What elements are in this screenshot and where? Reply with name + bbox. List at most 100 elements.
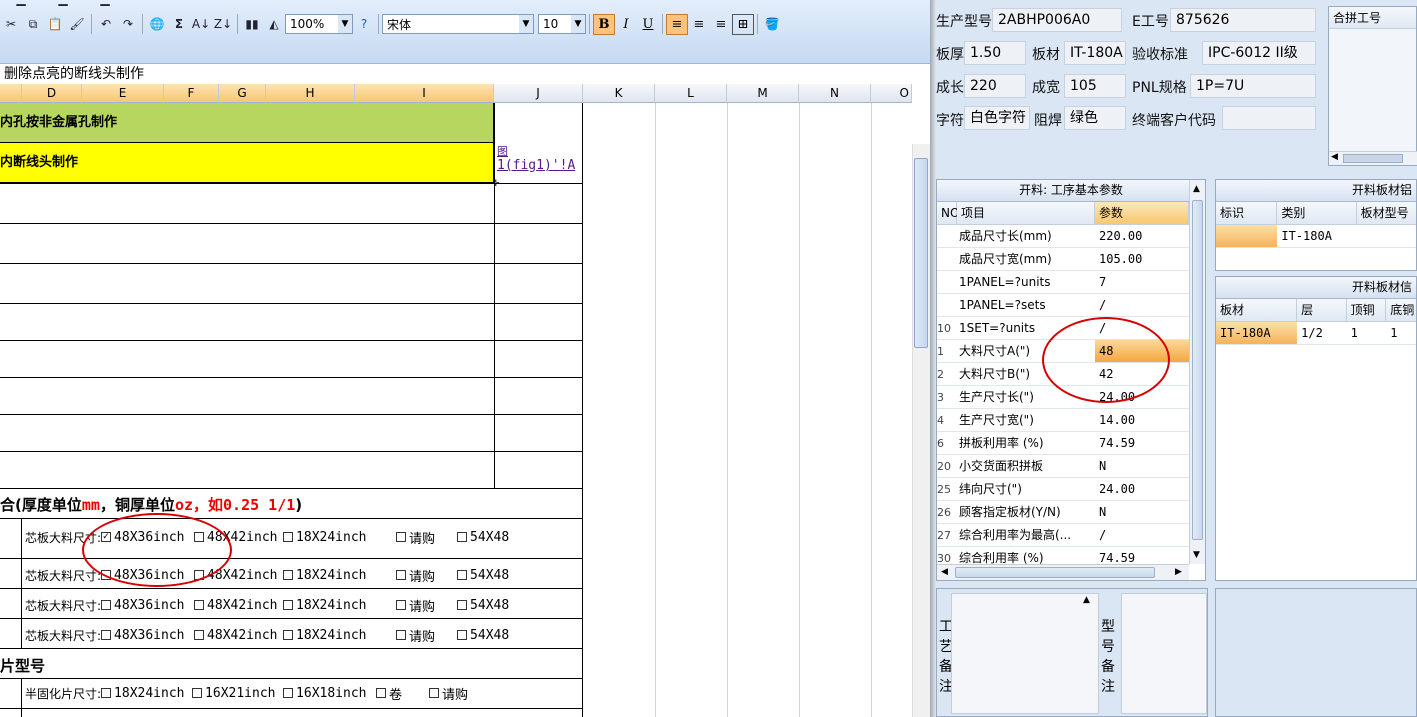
- table-row[interactable]: 27 综合利用率为最高(... /: [937, 524, 1189, 547]
- merge-hscrollbar[interactable]: ◀: [1329, 151, 1417, 165]
- sort-asc-icon[interactable]: A↓: [191, 13, 211, 35]
- copy-icon[interactable]: ⧉: [23, 13, 43, 35]
- table-row[interactable]: 6 拼板利用率 (%) 74.59: [937, 432, 1189, 455]
- checkbox[interactable]: [101, 600, 112, 610]
- checkbox[interactable]: [283, 688, 294, 698]
- table-row[interactable]: 1PANEL=?units 7: [937, 271, 1189, 294]
- checkbox[interactable]: [396, 570, 407, 580]
- checkbox[interactable]: [283, 532, 294, 542]
- col-header-d[interactable]: D: [22, 84, 82, 103]
- length-field[interactable]: 220: [964, 74, 1026, 98]
- scroll-right-icon[interactable]: ▶: [1175, 567, 1182, 577]
- col-header-e[interactable]: E: [82, 84, 164, 103]
- table-row[interactable]: 1PANEL=?sets /: [937, 294, 1189, 317]
- material-field[interactable]: IT-180A: [1064, 41, 1126, 65]
- board-row[interactable]: IT-180A 1/2 1 1: [1216, 322, 1416, 345]
- checkbox[interactable]: [194, 630, 205, 640]
- menu-remnant-1[interactable]: ▁: [1, 0, 41, 10]
- mask-field[interactable]: 绿色: [1064, 106, 1126, 130]
- standard-field[interactable]: IPC-6012 II级: [1202, 41, 1316, 65]
- scroll-left-icon[interactable]: ◀: [941, 567, 948, 577]
- col-header-g[interactable]: G: [219, 84, 266, 103]
- col-header-c[interactable]: [0, 84, 22, 103]
- table-row[interactable]: 成品尺寸宽(mm) 105.00: [937, 248, 1189, 271]
- checkbox[interactable]: [396, 630, 407, 640]
- drawing-icon[interactable]: ◭: [264, 13, 284, 35]
- col-header-m[interactable]: M: [727, 84, 799, 103]
- scroll-up-icon[interactable]: ▲: [1193, 184, 1200, 194]
- params-hscrollbar[interactable]: ◀ ▶: [937, 564, 1189, 580]
- scroll-thumb[interactable]: [1192, 200, 1203, 540]
- material-row[interactable]: IT-180A: [1216, 225, 1416, 248]
- format-painter-icon[interactable]: 🖌: [67, 13, 87, 35]
- params-vscrollbar[interactable]: ▲ ▼: [1189, 180, 1205, 564]
- menu-remnant-2[interactable]: ▁: [43, 0, 83, 10]
- hyperlink-icon[interactable]: 🌐: [147, 13, 167, 35]
- col-header-i[interactable]: I: [355, 84, 494, 103]
- thickness-field[interactable]: 1.50: [964, 41, 1026, 65]
- table-row[interactable]: 26 顾客指定板材(Y/N) N: [937, 501, 1189, 524]
- table-row[interactable]: 25 纬向尺寸(") 24.00: [937, 478, 1189, 501]
- scroll-thumb[interactable]: [955, 567, 1155, 578]
- table-row[interactable]: 4 生产尺寸宽(") 14.00: [937, 409, 1189, 432]
- model-note-field[interactable]: [1121, 593, 1207, 714]
- checkbox[interactable]: [192, 688, 203, 698]
- checkbox[interactable]: [283, 600, 294, 610]
- chart-wizard-icon[interactable]: ▮▮: [242, 13, 262, 35]
- customer-field[interactable]: [1222, 106, 1316, 130]
- checkbox[interactable]: [283, 570, 294, 580]
- scroll-left-icon[interactable]: ◀: [1331, 152, 1338, 162]
- excel-scroll-thumb[interactable]: [914, 158, 928, 348]
- width-field[interactable]: 105: [1064, 74, 1126, 98]
- product-model-field[interactable]: 2ABHP006A0: [992, 8, 1122, 32]
- col-header-l[interactable]: L: [655, 84, 727, 103]
- col-header-j[interactable]: J: [494, 84, 583, 103]
- checkbox[interactable]: [101, 630, 112, 640]
- italic-button[interactable]: I: [615, 14, 637, 35]
- fill-color-icon[interactable]: 🪣: [762, 13, 782, 35]
- zoom-select[interactable]: 100% ▼: [285, 14, 353, 34]
- undo-icon[interactable]: ↶: [96, 13, 116, 35]
- silk-field[interactable]: 白色字符: [964, 106, 1030, 130]
- checkbox[interactable]: [429, 688, 440, 698]
- fig-icon[interactable]: 图: [497, 143, 508, 159]
- underline-button[interactable]: U: [637, 14, 659, 35]
- help-icon[interactable]: ?: [354, 13, 374, 35]
- checkbox[interactable]: [457, 532, 468, 542]
- scroll-up-icon[interactable]: ▲: [1083, 595, 1090, 605]
- col-header-f[interactable]: F: [164, 84, 219, 103]
- checkbox[interactable]: [457, 630, 468, 640]
- table-row[interactable]: 成品尺寸长(mm) 220.00: [937, 225, 1189, 248]
- align-left-icon[interactable]: ≡: [666, 13, 688, 35]
- font-name-select[interactable]: 宋体 ▼: [382, 14, 534, 34]
- menu-remnant-3[interactable]: ▁: [85, 0, 125, 10]
- col-header-h[interactable]: H: [266, 84, 355, 103]
- craft-note-field[interactable]: [951, 593, 1099, 714]
- sort-desc-icon[interactable]: Z↓: [213, 13, 233, 35]
- params-col-value[interactable]: 参数: [1095, 202, 1189, 225]
- paste-icon[interactable]: 📋: [45, 13, 65, 35]
- checkbox[interactable]: [194, 600, 205, 610]
- bold-button[interactable]: B: [593, 13, 615, 35]
- col-header-n[interactable]: N: [799, 84, 871, 103]
- green-label-row[interactable]: 内孔按非金属孔制作: [0, 103, 494, 143]
- scroll-thumb[interactable]: [1343, 154, 1403, 163]
- checkbox[interactable]: [396, 600, 407, 610]
- checkbox[interactable]: [457, 570, 468, 580]
- pnl-field[interactable]: 1P=7U: [1190, 74, 1316, 98]
- col-header-k[interactable]: K: [583, 84, 655, 103]
- table-row[interactable]: 20 小交货面积拼板 N: [937, 455, 1189, 478]
- font-size-select[interactable]: 10 ▼: [538, 14, 586, 34]
- align-right-icon[interactable]: ≡: [710, 14, 732, 35]
- table-row[interactable]: 30 综合利用率 (%) 74.59: [937, 547, 1189, 565]
- fig-hyperlink[interactable]: 1(fig1)'!A: [497, 158, 575, 173]
- scroll-down-icon[interactable]: ▼: [1193, 550, 1200, 560]
- col-header-o[interactable]: O: [871, 84, 912, 103]
- checkbox[interactable]: [396, 532, 407, 542]
- checkbox[interactable]: [283, 630, 294, 640]
- checkbox[interactable]: [101, 688, 112, 698]
- checkbox[interactable]: [457, 600, 468, 610]
- autosum-icon[interactable]: Σ: [169, 13, 189, 35]
- eng-no-field[interactable]: 875626: [1170, 8, 1316, 32]
- checkbox[interactable]: [376, 688, 387, 698]
